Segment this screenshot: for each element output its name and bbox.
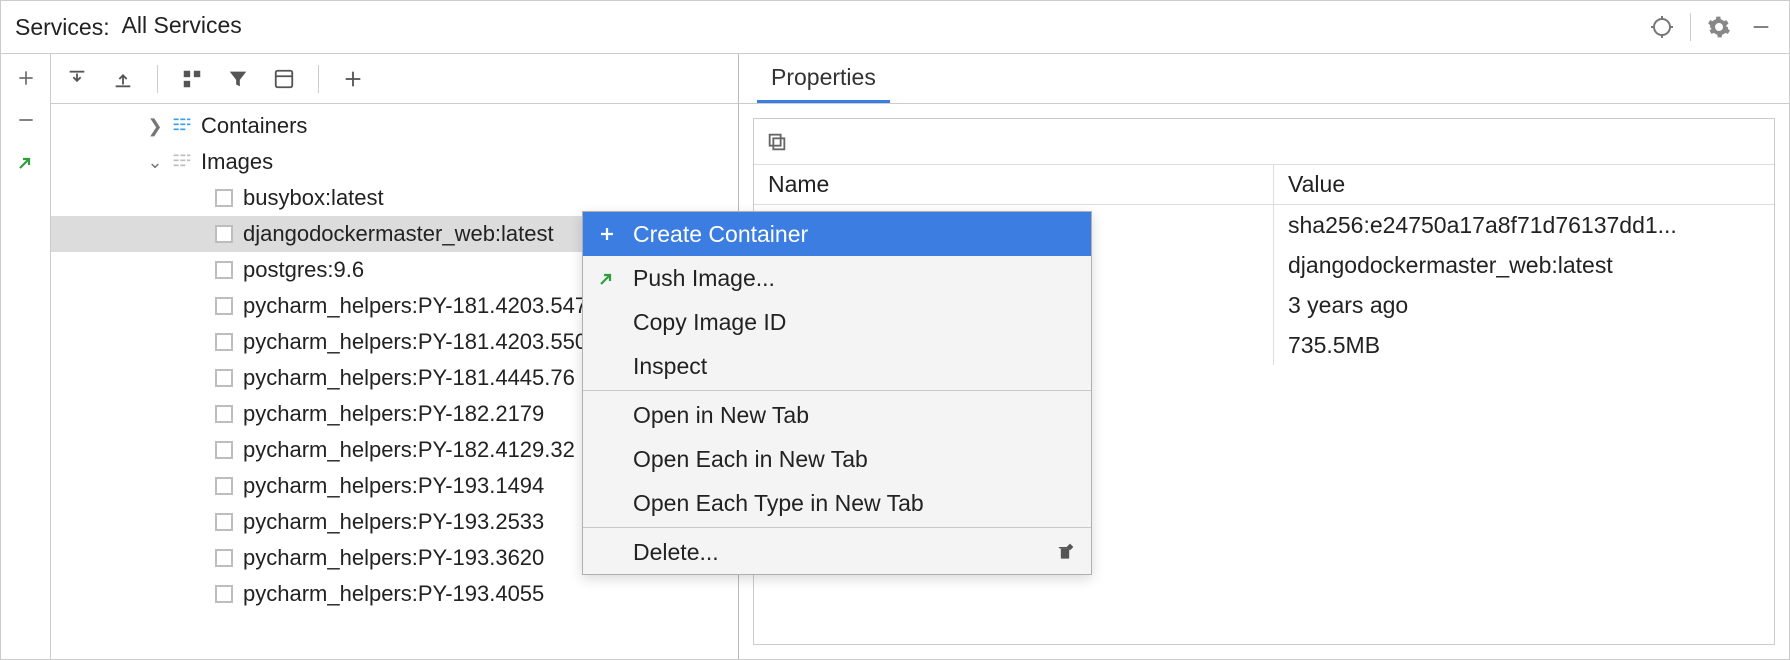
target-icon[interactable] bbox=[1648, 13, 1676, 41]
menu-separator bbox=[583, 390, 1091, 391]
tree-node-label: pycharm_helpers:PY-193.4055 bbox=[243, 581, 544, 607]
add-service-icon[interactable] bbox=[339, 65, 367, 93]
context-menu-item[interactable]: Open Each in New Tab bbox=[583, 437, 1091, 481]
tree-node-containers[interactable]: ❯ Containers bbox=[51, 108, 738, 144]
context-menu-label: Copy Image ID bbox=[633, 309, 786, 336]
tree-node-label: busybox:latest bbox=[243, 185, 384, 211]
tree-toolbar bbox=[51, 54, 738, 104]
minimize-icon[interactable] bbox=[1747, 13, 1775, 41]
tree-node-label: pycharm_helpers:PY-193.1494 bbox=[243, 473, 544, 499]
push-icon bbox=[593, 264, 621, 292]
image-item-icon bbox=[213, 331, 235, 353]
separator bbox=[1690, 13, 1691, 41]
filter-icon[interactable] bbox=[224, 65, 252, 93]
image-item-icon bbox=[213, 367, 235, 389]
properties-col-value: Value bbox=[1274, 165, 1774, 205]
left-gutter bbox=[1, 54, 51, 659]
remove-icon[interactable] bbox=[12, 106, 40, 134]
images-icon bbox=[171, 151, 193, 173]
context-menu-item[interactable]: Push Image... bbox=[583, 256, 1091, 300]
image-item-icon bbox=[213, 583, 235, 605]
tree-node-label: postgres:9.6 bbox=[243, 257, 364, 283]
image-item-icon bbox=[213, 403, 235, 425]
image-item-icon bbox=[213, 259, 235, 281]
chevron-right-icon: ❯ bbox=[145, 116, 165, 137]
group-icon[interactable] bbox=[178, 65, 206, 93]
layout-icon[interactable] bbox=[270, 65, 298, 93]
image-item-icon bbox=[213, 439, 235, 461]
context-menu-item[interactable]: Open in New Tab bbox=[583, 393, 1091, 437]
tab-properties[interactable]: Properties bbox=[757, 54, 890, 103]
context-menu-label: Open Each in New Tab bbox=[633, 446, 868, 473]
containers-icon bbox=[171, 115, 193, 137]
services-dropdown[interactable]: All Services bbox=[110, 1, 254, 53]
property-value-cell: 735.5MB bbox=[1274, 325, 1774, 365]
add-icon[interactable] bbox=[12, 64, 40, 92]
properties-toolbar bbox=[754, 119, 1774, 165]
services-label: Services: bbox=[15, 14, 110, 41]
tree-node-label: pycharm_helpers:PY-181.4203.550 bbox=[243, 329, 587, 355]
tree-node-label: pycharm_helpers:PY-182.4129.32 bbox=[243, 437, 575, 463]
delete-badge-icon bbox=[1055, 542, 1075, 562]
tree-node-images[interactable]: ⌄ Images bbox=[51, 144, 738, 180]
context-menu-label: Inspect bbox=[633, 353, 707, 380]
context-menu-label: Open Each Type in New Tab bbox=[633, 490, 924, 517]
tree-node-label: Containers bbox=[201, 113, 307, 139]
image-item-icon bbox=[213, 547, 235, 569]
expand-all-icon[interactable] bbox=[63, 65, 91, 93]
properties-col-name: Name bbox=[754, 165, 1273, 205]
image-item-icon bbox=[213, 475, 235, 497]
details-tabs: Properties bbox=[739, 54, 1789, 104]
services-dropdown-label: All Services bbox=[122, 12, 242, 39]
image-item-icon bbox=[213, 511, 235, 533]
tree-node-label: pycharm_helpers:PY-193.2533 bbox=[243, 509, 544, 535]
popout-icon[interactable] bbox=[12, 148, 40, 176]
collapse-all-icon[interactable] bbox=[109, 65, 137, 93]
tree-node-label: djangodockermaster_web:latest bbox=[243, 221, 554, 247]
tree-image-item[interactable]: pycharm_helpers:PY-193.4055 bbox=[51, 576, 738, 612]
property-value-cell: djangodockermaster_web:latest bbox=[1274, 245, 1774, 285]
tree-node-label: pycharm_helpers:PY-193.3620 bbox=[243, 545, 544, 571]
chevron-down-icon: ⌄ bbox=[145, 152, 165, 173]
context-menu-item[interactable]: Create Container bbox=[583, 212, 1091, 256]
property-value-cell: 3 years ago bbox=[1274, 285, 1774, 325]
copy-icon[interactable] bbox=[766, 131, 788, 153]
property-value-cell: sha256:e24750a17a8f71d76137dd1... bbox=[1274, 205, 1774, 245]
menu-separator bbox=[583, 527, 1091, 528]
context-menu-item[interactable]: Copy Image ID bbox=[583, 300, 1091, 344]
context-menu-label: Open in New Tab bbox=[633, 402, 809, 429]
context-menu-item[interactable]: Inspect bbox=[583, 344, 1091, 388]
context-menu-label: Push Image... bbox=[633, 265, 775, 292]
context-menu-item[interactable]: Open Each Type in New Tab bbox=[583, 481, 1091, 525]
context-menu-label: Create Container bbox=[633, 221, 808, 248]
tree-node-label: pycharm_helpers:PY-182.2179 bbox=[243, 401, 544, 427]
header-bar: Services: All Services bbox=[1, 1, 1789, 54]
add-icon bbox=[593, 220, 621, 248]
image-item-icon bbox=[213, 187, 235, 209]
tab-properties-label: Properties bbox=[771, 64, 876, 91]
tree-node-label: pycharm_helpers:PY-181.4203.547 bbox=[243, 293, 587, 319]
image-item-icon bbox=[213, 223, 235, 245]
context-menu-label: Delete... bbox=[633, 539, 719, 566]
image-item-icon bbox=[213, 295, 235, 317]
image-context-menu[interactable]: Create Container Push Image... Copy Image … bbox=[582, 211, 1092, 575]
tree-node-label: Images bbox=[201, 149, 273, 175]
tree-node-label: pycharm_helpers:PY-181.4445.76 bbox=[243, 365, 575, 391]
gear-icon[interactable] bbox=[1705, 13, 1733, 41]
context-menu-item[interactable]: Delete... bbox=[583, 530, 1091, 574]
